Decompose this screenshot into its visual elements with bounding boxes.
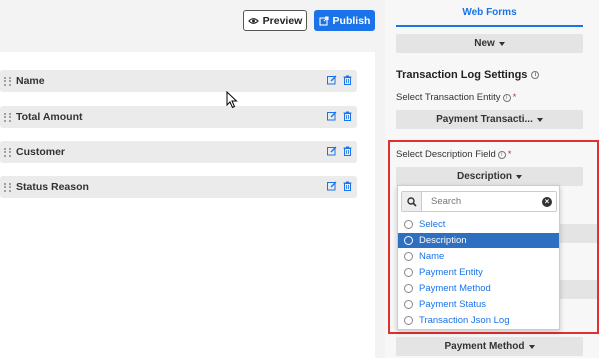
edit-icon[interactable]: [327, 111, 337, 121]
drag-handle-icon[interactable]: [4, 147, 14, 157]
option-label: Payment Method: [419, 283, 491, 294]
designer-toolbar: Preview Publish: [0, 0, 375, 40]
form-canvas: [0, 52, 375, 358]
tab-web-forms[interactable]: Web Forms: [396, 0, 583, 27]
form-field-row[interactable]: Name: [0, 70, 357, 92]
entity-label-text: Select Transaction Entity: [396, 92, 501, 103]
radio-icon: [404, 252, 413, 261]
caret-down-icon: [498, 41, 505, 46]
field-label: Status Reason: [16, 181, 89, 193]
clear-search-button[interactable]: ×: [538, 192, 556, 211]
form-designer: Preview Publish Name Total Amount Custom…: [0, 0, 375, 358]
info-icon[interactable]: i: [531, 71, 540, 79]
new-button[interactable]: New: [396, 34, 583, 53]
option-label: Transaction Json Log: [419, 315, 510, 326]
edit-icon[interactable]: [327, 146, 337, 156]
radio-icon: [404, 268, 413, 277]
dropdown-option-selected[interactable]: Description: [398, 233, 559, 248]
entity-value: Payment Transacti...: [436, 114, 533, 125]
tab-label: Web Forms: [462, 7, 517, 18]
payment-method-value: Payment Method: [444, 341, 525, 352]
radio-icon: [404, 236, 413, 245]
caret-down-icon: [528, 344, 535, 349]
dropdown-option[interactable]: Transaction Json Log: [398, 313, 559, 328]
field-label: Name: [16, 75, 45, 87]
close-icon: ×: [542, 196, 552, 207]
dropdown-option[interactable]: Name: [398, 249, 559, 264]
section-title-text: Transaction Log Settings: [396, 69, 528, 81]
payment-method-select[interactable]: Payment Method: [396, 337, 583, 356]
preview-button[interactable]: Preview: [243, 10, 307, 31]
search-input[interactable]: [422, 192, 538, 211]
publish-label: Publish: [332, 14, 371, 27]
eye-icon: [247, 17, 259, 24]
option-label: Select: [419, 219, 446, 230]
preview-label: Preview: [262, 14, 303, 27]
form-field-row[interactable]: Customer: [0, 141, 357, 163]
entity-field-label: Select Transaction Entity i *: [396, 92, 516, 103]
info-icon[interactable]: i: [502, 93, 511, 102]
drag-handle-icon[interactable]: [4, 76, 14, 86]
radio-icon: [404, 220, 413, 229]
search-icon: [402, 192, 422, 211]
dropdown-option[interactable]: Payment Method: [398, 281, 559, 296]
form-field-row[interactable]: Total Amount: [0, 106, 357, 128]
field-label: Customer: [16, 146, 66, 158]
edit-icon[interactable]: [327, 75, 337, 85]
dropdown-option[interactable]: Payment Entity: [398, 265, 559, 280]
option-label: Payment Entity: [419, 267, 483, 278]
option-label: Name: [419, 251, 445, 262]
dropdown-option[interactable]: Payment Status: [398, 297, 559, 312]
mouse-cursor-icon: [226, 91, 238, 109]
section-title: Transaction Log Settings i: [396, 69, 540, 81]
edit-icon[interactable]: [327, 181, 337, 191]
drag-handle-icon[interactable]: [4, 182, 14, 192]
caret-down-icon: [536, 117, 543, 122]
drag-handle-icon[interactable]: [4, 112, 14, 122]
dropdown-search: ×: [401, 191, 557, 212]
delete-icon[interactable]: [343, 75, 352, 85]
required-mark: *: [512, 92, 517, 103]
field-label: Total Amount: [16, 111, 83, 123]
delete-icon[interactable]: [343, 146, 352, 156]
delete-icon[interactable]: [343, 111, 352, 121]
dropdown-option[interactable]: Select: [398, 217, 559, 232]
publish-button[interactable]: Publish: [314, 10, 375, 31]
external-link-icon: [318, 15, 329, 26]
description-dropdown-menu: × Select Description Name Payment Entity…: [397, 185, 560, 330]
new-label: New: [474, 38, 495, 49]
entity-select[interactable]: Payment Transacti...: [396, 110, 583, 129]
option-label: Description: [419, 235, 467, 246]
radio-icon: [404, 300, 413, 309]
delete-icon[interactable]: [343, 181, 352, 191]
option-label: Payment Status: [419, 299, 487, 310]
radio-icon: [404, 316, 413, 325]
radio-icon: [404, 284, 413, 293]
form-field-row[interactable]: Status Reason: [0, 176, 357, 198]
